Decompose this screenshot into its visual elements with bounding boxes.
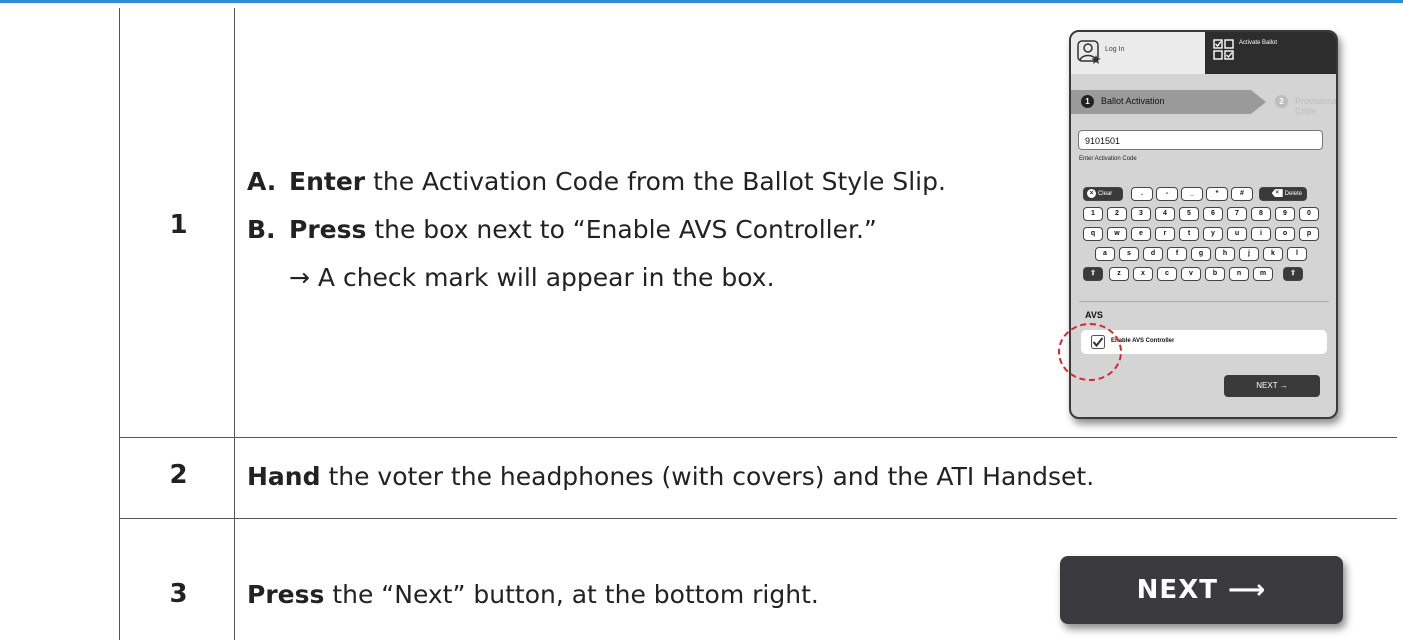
item-verb: Press xyxy=(289,215,367,244)
step-2-verb: Hand xyxy=(247,462,321,491)
tab-log-in-label: Log In xyxy=(1105,46,1125,53)
step-2-instruction: Hand the voter the headphones (with cove… xyxy=(247,463,1094,491)
key-n[interactable]: n xyxy=(1229,267,1249,281)
avs-heading: AVS xyxy=(1085,310,1103,320)
tab-log-in[interactable]: Log In xyxy=(1071,32,1205,74)
step-number-3: 3 xyxy=(169,579,188,609)
key-l[interactable]: l xyxy=(1287,247,1307,261)
user-icon xyxy=(1077,40,1101,64)
item-letter: B. xyxy=(247,215,276,244)
clear-x-icon: × xyxy=(1087,188,1096,198)
key-symbol[interactable]: * xyxy=(1206,187,1228,201)
item-text: the box next to “Enable AVS Controller.” xyxy=(366,215,877,244)
key-y[interactable]: y xyxy=(1203,227,1223,241)
item-verb: Enter xyxy=(289,167,366,196)
key-symbol[interactable]: # xyxy=(1231,187,1253,201)
avs-divider xyxy=(1079,301,1329,302)
highlight-circle xyxy=(1058,323,1122,381)
key-3[interactable]: 3 xyxy=(1131,207,1151,221)
key-i[interactable]: i xyxy=(1251,227,1271,241)
key-e[interactable]: e xyxy=(1131,227,1151,241)
activation-code-help: Enter Activation Code xyxy=(1079,156,1137,162)
delete-key[interactable]: × Delete xyxy=(1259,187,1307,201)
item-letter: A. xyxy=(247,167,277,196)
key-k[interactable]: k xyxy=(1263,247,1283,261)
key-1[interactable]: 1 xyxy=(1083,207,1103,221)
step-3-verb: Press xyxy=(247,580,325,609)
column-divider-right xyxy=(234,8,235,640)
step-1-result: → A check mark will appear in the box. xyxy=(289,263,775,292)
key-w[interactable]: w xyxy=(1107,227,1127,241)
key-c[interactable]: c xyxy=(1157,267,1177,281)
next-button-illustration[interactable]: NEXT ⟶ xyxy=(1060,556,1343,624)
key-t[interactable]: t xyxy=(1179,227,1199,241)
key-m[interactable]: m xyxy=(1253,267,1273,281)
keyboard-row-z: ⇧ ⇧ zxcvbnm xyxy=(1083,267,1323,281)
tab-activate-label: Activate Ballot xyxy=(1239,40,1278,46)
tablet-header: Log In Activate Ballot xyxy=(1071,32,1336,74)
key-z[interactable]: z xyxy=(1109,267,1129,281)
backspace-icon: × xyxy=(1271,189,1283,198)
key-4[interactable]: 4 xyxy=(1155,207,1175,221)
key-6[interactable]: 6 xyxy=(1203,207,1223,221)
step-1-circle: 1 xyxy=(1081,95,1094,108)
delete-key-label: Delete xyxy=(1284,191,1302,197)
key-p[interactable]: p xyxy=(1299,227,1319,241)
shift-key-left[interactable]: ⇧ xyxy=(1083,267,1103,281)
step-1-item-a: A. Enter the Activation Code from the Bal… xyxy=(247,168,946,196)
keyboard-row-a: asdfghjkl xyxy=(1083,247,1323,261)
step-number-1: 1 xyxy=(169,210,188,240)
key-v[interactable]: v xyxy=(1181,267,1201,281)
progress-steps: 1 Ballot Activation 2 Provisional Code xyxy=(1071,90,1338,116)
step-1-item-b: B. Press the box next to “Enable AVS Cont… xyxy=(247,216,877,244)
key-f[interactable]: f xyxy=(1167,247,1187,261)
key-b[interactable]: b xyxy=(1205,267,1225,281)
clear-key[interactable]: × Clear xyxy=(1083,187,1123,201)
key-d[interactable]: d xyxy=(1143,247,1163,261)
clear-key-label: Clear xyxy=(1097,191,1113,197)
key-a[interactable]: a xyxy=(1095,247,1115,261)
step-1-label: Ballot Activation xyxy=(1101,96,1165,106)
activation-code-input[interactable]: 9101501 xyxy=(1078,130,1323,150)
key-symbol[interactable]: _ xyxy=(1181,187,1203,201)
key-x[interactable]: x xyxy=(1133,267,1153,281)
step-ballot-activation: 1 Ballot Activation xyxy=(1071,90,1266,114)
key-7[interactable]: 7 xyxy=(1227,207,1247,221)
step-2-label: Provisional Code xyxy=(1295,96,1338,116)
key-g[interactable]: g xyxy=(1191,247,1211,261)
key-h[interactable]: h xyxy=(1215,247,1235,261)
shift-key-right[interactable]: ⇧ xyxy=(1283,267,1303,281)
step-3-text: the “Next” button, at the bottom right. xyxy=(324,580,819,609)
key-symbol[interactable]: . xyxy=(1131,187,1153,201)
key-symbol[interactable]: - xyxy=(1156,187,1178,201)
key-u[interactable]: u xyxy=(1227,227,1247,241)
keyboard-row-numbers: 1234567890 xyxy=(1083,207,1323,221)
row-divider-2 xyxy=(119,518,1397,519)
key-r[interactable]: r xyxy=(1155,227,1175,241)
key-o[interactable]: o xyxy=(1275,227,1295,241)
key-s[interactable]: s xyxy=(1119,247,1139,261)
key-j[interactable]: j xyxy=(1239,247,1259,261)
keyboard-row-q: qwertyuiop xyxy=(1083,227,1323,241)
column-divider-left xyxy=(119,8,120,640)
step-provisional-code: 2 Provisional Code xyxy=(1241,90,1338,116)
step-2-circle: 2 xyxy=(1275,95,1288,108)
keyboard-row-symbols: × Clear . - _ * # × Delete xyxy=(1083,187,1323,201)
key-0[interactable]: 0 xyxy=(1299,207,1319,221)
top-accent-line xyxy=(0,0,1403,3)
key-5[interactable]: 5 xyxy=(1179,207,1199,221)
tab-activate-ballot[interactable]: Activate Ballot xyxy=(1205,32,1336,74)
step-3-instruction: Press the “Next” button, at the bottom r… xyxy=(247,581,819,609)
key-9[interactable]: 9 xyxy=(1275,207,1295,221)
key-8[interactable]: 8 xyxy=(1251,207,1271,221)
tablet-next-button[interactable]: NEXT → xyxy=(1224,375,1320,397)
item-text: the Activation Code from the Ballot Styl… xyxy=(365,167,946,196)
key-q[interactable]: q xyxy=(1083,227,1103,241)
key-2[interactable]: 2 xyxy=(1107,207,1127,221)
step-2-text: the voter the headphones (with covers) a… xyxy=(320,462,1095,491)
step-number-2: 2 xyxy=(169,460,188,490)
ballot-grid-icon xyxy=(1213,39,1234,60)
row-divider-1 xyxy=(119,437,1397,438)
